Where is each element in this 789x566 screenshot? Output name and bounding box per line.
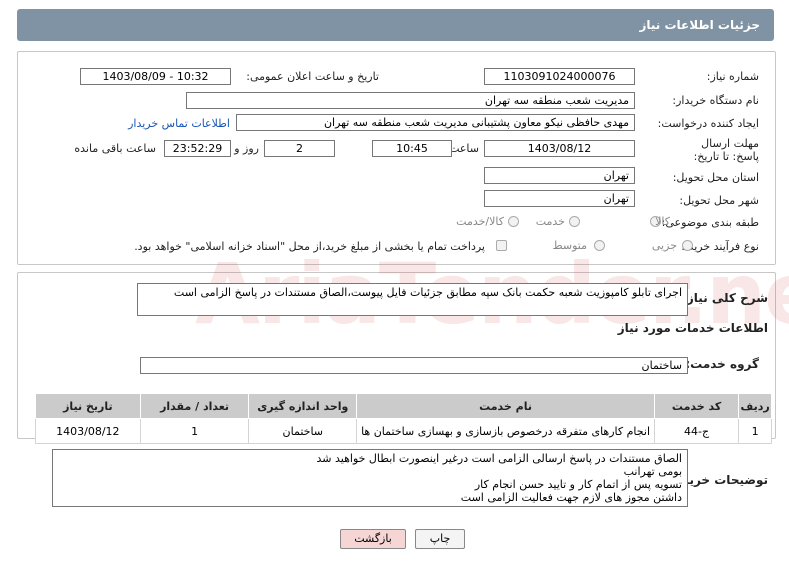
services-table-header: ردیف کد خدمت نام خدمت واحد اندازه گیری ت… (36, 394, 772, 419)
days-label: روز و (234, 142, 259, 155)
buyer-notes-textarea[interactable]: الصاق مستندات در پاسخ ارسالی الزامی است … (52, 449, 688, 507)
remaining-label: ساعت باقی مانده (74, 142, 156, 155)
category-goods-label: کالا (655, 215, 670, 228)
deadline-time-label: ساعت (449, 142, 479, 155)
col-date: تاریخ نیاز (36, 394, 141, 419)
creator-field: مهدی حافظی نیکو معاون پشتیبانی مدیریت شع… (236, 114, 635, 131)
cell-code: ج-44 (654, 419, 738, 444)
category-goods-service-label: کالا/خدمت (456, 215, 504, 228)
buyer-note-line: الصاق مستندات در پاسخ ارسالی الزامی است … (58, 452, 682, 465)
buyer-note-line: تسویه پس از اتمام کار و تایید حسن انجام … (58, 478, 682, 491)
col-name: نام خدمت (357, 394, 655, 419)
province-label: استان محل تحویل: (673, 171, 759, 184)
category-service-label: خدمت (536, 215, 565, 228)
table-row: 1 ج-44 انجام کارهای متفرقه درخصوص بازساز… (36, 419, 772, 444)
category-service-radio[interactable] (569, 216, 580, 227)
deadline-label: مهلت ارسال پاسخ: تا تاریخ: (674, 137, 759, 163)
services-title: اطلاعات خدمات مورد نیاز (618, 321, 768, 335)
description-label: شرح کلی نیاز: (682, 291, 768, 305)
cell-date: 1403/08/12 (36, 419, 141, 444)
col-quantity: تعداد / مقدار (140, 394, 249, 419)
cell-unit: ساختمان (249, 419, 357, 444)
description-textarea[interactable]: اجرای تابلو کامپوزیت شعبه حکمت بانک سپه … (137, 283, 688, 316)
cell-name: انجام کارهای متفرقه درخصوص بازسازی و بهس… (357, 419, 655, 444)
buyer-label: نام دستگاه خریدار: (672, 94, 759, 107)
col-unit: واحد اندازه گیری (249, 394, 357, 419)
days-field: 2 (264, 140, 335, 157)
cell-row: 1 (739, 419, 772, 444)
col-row: ردیف (739, 394, 772, 419)
remaining-time-field: 23:52:29 (164, 140, 231, 157)
category-label: طبقه بندی موضوعی: (662, 216, 759, 229)
creator-label: ایجاد کننده درخواست: (658, 117, 759, 130)
buyer-note-line: داشتن مجوز های لازم جهت فعالیت الزامی اس… (58, 491, 682, 504)
page-title: جزئیات اطلاعات نیاز (639, 18, 760, 32)
buyer-note-line: بومی تهرانب (58, 465, 682, 478)
buyer-contact-link[interactable]: اطلاعات تماس خریدار (128, 117, 230, 130)
announce-label: تاریخ و ساعت اعلان عمومی: (246, 70, 379, 83)
city-label: شهر محل تحویل: (679, 194, 759, 207)
service-group-field: ساختمان (140, 357, 688, 374)
city-field: تهران (484, 190, 635, 207)
cell-quantity: 1 (140, 419, 249, 444)
category-goods-service-radio[interactable] (508, 216, 519, 227)
col-code: کد خدمت (654, 394, 738, 419)
services-table: ردیف کد خدمت نام خدمت واحد اندازه گیری ت… (35, 393, 772, 444)
page-header: جزئیات اطلاعات نیاز (17, 9, 774, 41)
announce-field: 1403/08/09 - 10:32 (80, 68, 231, 85)
service-group-label: گروه خدمت: (685, 357, 759, 371)
deadline-date-field: 1403/08/12 (484, 140, 635, 157)
back-button[interactable]: بازگشت (340, 529, 406, 549)
need-number-field: 1103091024000076 (484, 68, 635, 85)
province-field: تهران (484, 167, 635, 184)
print-button[interactable]: چاپ (415, 529, 465, 549)
need-number-label: شماره نیاز: (707, 70, 759, 83)
page: جزئیات اطلاعات نیاز شماره نیاز: 11030910… (0, 0, 789, 566)
buyer-field: مدیریت شعب منطقه سه تهران (186, 92, 635, 109)
deadline-time-field: 10:45 (372, 140, 452, 157)
